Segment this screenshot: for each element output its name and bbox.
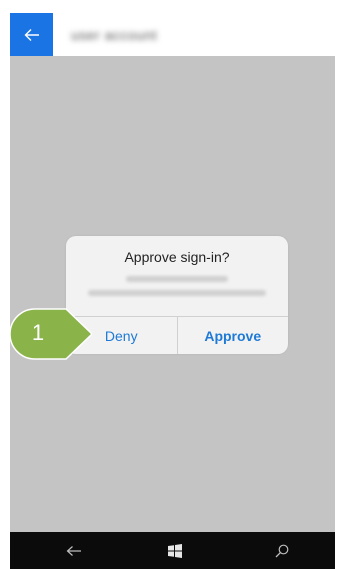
- nav-bar: [10, 532, 335, 569]
- dialog-message: [86, 272, 268, 306]
- arrow-left-icon: [66, 545, 81, 556]
- nav-start-button[interactable]: [155, 532, 195, 569]
- modal-overlay: Approve sign-in? Deny Approve: [10, 56, 335, 532]
- account-name: user account: [71, 26, 158, 43]
- phone-screen: user account Approve sign-in? Deny Appro…: [10, 13, 335, 569]
- step-marker: 1: [8, 307, 94, 361]
- dialog-actions: Deny Approve: [66, 316, 288, 354]
- step-number: 1: [31, 320, 45, 345]
- back-button[interactable]: [10, 13, 53, 56]
- dialog-title: Approve sign-in?: [124, 249, 230, 265]
- nav-search-button[interactable]: [262, 532, 302, 569]
- approve-sign-in-dialog: Approve sign-in? Deny Approve: [66, 236, 288, 354]
- approve-button[interactable]: Approve: [176, 317, 289, 354]
- arrow-left-icon: [24, 28, 39, 41]
- windows-logo-icon: [168, 543, 182, 558]
- search-icon: [275, 544, 289, 557]
- nav-back-button[interactable]: [54, 532, 94, 569]
- app-header: user account: [10, 13, 335, 56]
